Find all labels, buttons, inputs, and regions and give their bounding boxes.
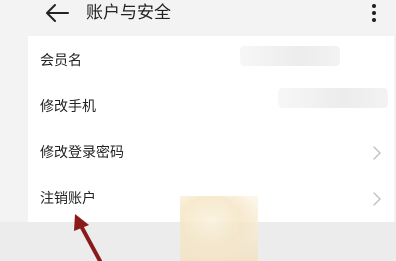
change-login-password-label: 修改登录密码 [40,145,124,161]
account-settings-list: 会员名 修改手机 修改登录密码 注销账户 [28,36,394,222]
annotation-arrow-icon [74,214,102,261]
member-name-label: 会员名 [40,53,82,69]
blurred-image-overlay [180,196,258,261]
deactivate-account-label: 注销账户 [40,191,96,207]
top-bar: 账户与安全 [0,0,396,36]
change-login-password-row[interactable]: 修改登录密码 [28,130,394,176]
member-name-row[interactable]: 会员名 [28,38,394,84]
change-phone-label: 修改手机 [40,99,96,115]
arrow-left-icon[interactable] [44,3,70,23]
change-phone-row[interactable]: 修改手机 [28,84,394,130]
chevron-right-icon [373,192,381,206]
page-title: 账户与安全 [86,3,171,23]
phone-value-redacted [278,88,388,108]
member-name-value-redacted [240,46,340,66]
chevron-right-icon [373,146,381,160]
more-vertical-icon[interactable] [368,2,380,24]
